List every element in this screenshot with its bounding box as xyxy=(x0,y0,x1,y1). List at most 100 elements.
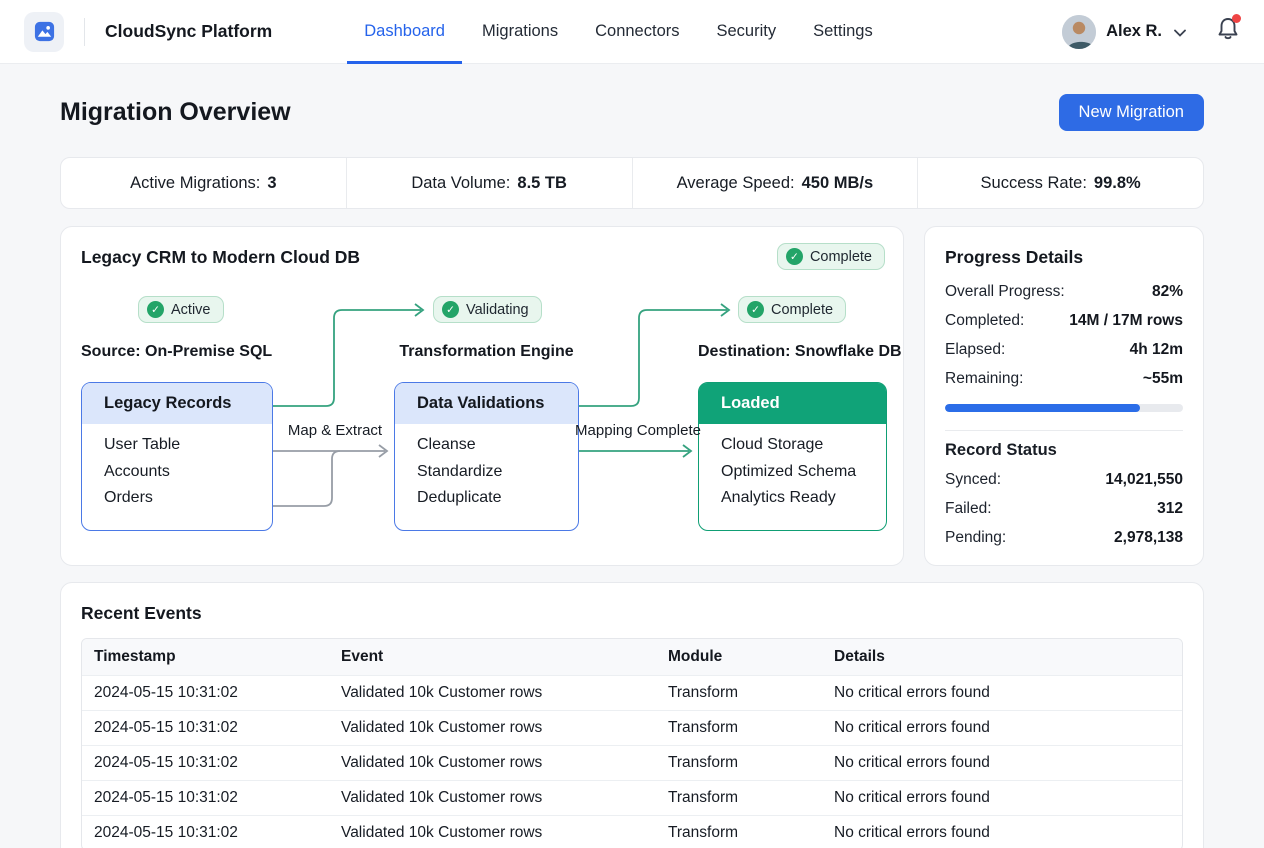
table-cell: Validated 10k Customer rows xyxy=(329,781,656,816)
table-row[interactable]: 2024-05-15 10:31:02Validated 10k Custome… xyxy=(82,781,1182,816)
node-item-list: CleanseStandardizeDeduplicate xyxy=(395,424,578,512)
row-value: 312 xyxy=(1157,500,1183,518)
brand-title: CloudSync Platform xyxy=(105,21,272,42)
row-value: 14,021,550 xyxy=(1105,471,1183,489)
stat-value: 450 MB/s xyxy=(802,174,874,193)
table-cell: Transform xyxy=(656,816,822,848)
node-item: Deduplicate xyxy=(417,485,578,512)
connector-label-mapping-complete: Mapping Complete xyxy=(573,422,703,439)
avatar[interactable] xyxy=(1062,15,1096,49)
avatar-image xyxy=(1062,15,1096,49)
flow-card-title: Legacy CRM to Modern Cloud DB xyxy=(81,247,883,268)
node-data-validations[interactable]: Data Validations CleanseStandardizeDedup… xyxy=(394,382,579,531)
table-cell: Transform xyxy=(656,746,822,781)
check-icon: ✓ xyxy=(747,301,764,318)
table-cell: No critical errors found xyxy=(822,746,1182,781)
badge-label: Complete xyxy=(810,249,872,265)
nav-item-settings[interactable]: Settings xyxy=(813,0,873,64)
node-title: Data Validations xyxy=(395,383,578,424)
page-header: Migration Overview New Migration xyxy=(60,94,1204,131)
badge-label: Validating xyxy=(466,302,529,318)
events-table: Timestamp Event Module Details 2024-05-1… xyxy=(81,638,1183,848)
table-cell: 2024-05-15 10:31:02 xyxy=(82,711,329,746)
node-item: Optimized Schema xyxy=(721,459,886,486)
table-cell: Validated 10k Customer rows xyxy=(329,816,656,848)
node-item: Cloud Storage xyxy=(721,432,886,459)
stat-value: 99.8% xyxy=(1094,174,1141,193)
record-status-title: Record Status xyxy=(945,441,1183,460)
stage-label-source: Source: On-Premise SQL xyxy=(81,343,272,361)
recent-events-card: Recent Events Timestamp Event Module Det… xyxy=(60,582,1204,848)
node-item: Orders xyxy=(104,485,272,512)
node-title: Legacy Records xyxy=(82,383,272,424)
nav-item-migrations[interactable]: Migrations xyxy=(482,0,558,64)
table-cell: 2024-05-15 10:31:02 xyxy=(82,746,329,781)
row-label: Elapsed: xyxy=(945,341,1005,359)
column-header-details[interactable]: Details xyxy=(822,639,1182,676)
check-icon: ✓ xyxy=(147,301,164,318)
user-name[interactable]: Alex R. xyxy=(1106,22,1162,41)
table-cell: Transform xyxy=(656,711,822,746)
stat-average-speed: Average Speed: 450 MB/s xyxy=(633,158,919,208)
nav-divider xyxy=(84,18,85,46)
connector-label-map-extract: Map & Extract xyxy=(270,422,400,439)
node-item: User Table xyxy=(104,432,272,459)
table-row[interactable]: 2024-05-15 10:31:02Validated 10k Custome… xyxy=(82,676,1182,711)
row-value: 4h 12m xyxy=(1130,341,1183,359)
node-loaded[interactable]: Loaded Cloud StorageOptimized SchemaAnal… xyxy=(698,382,887,531)
record-row-pending: Pending: 2,978,138 xyxy=(945,529,1183,547)
table-row[interactable]: 2024-05-15 10:31:02Validated 10k Custome… xyxy=(82,746,1182,781)
stat-label: Success Rate: xyxy=(981,174,1087,193)
stat-label: Active Migrations: xyxy=(130,174,260,193)
main-nav: Dashboard Migrations Connectors Security… xyxy=(364,0,909,64)
stat-label: Data Volume: xyxy=(411,174,510,193)
progress-row-completed: Completed: 14M / 17M rows xyxy=(945,312,1183,330)
progress-row-remaining: Remaining: ~55m xyxy=(945,370,1183,388)
page-title: Migration Overview xyxy=(60,98,291,127)
migration-flow-card: Legacy CRM to Modern Cloud DB ✓ Complete xyxy=(60,226,904,566)
nav-item-dashboard[interactable]: Dashboard xyxy=(364,0,445,64)
table-cell: No critical errors found xyxy=(822,781,1182,816)
table-cell: 2024-05-15 10:31:02 xyxy=(82,676,329,711)
table-cell: Validated 10k Customer rows xyxy=(329,711,656,746)
stat-value: 3 xyxy=(267,174,276,193)
node-title: Loaded xyxy=(699,383,886,424)
column-header-event[interactable]: Event xyxy=(329,639,656,676)
app-logo[interactable] xyxy=(24,12,64,52)
notification-dot xyxy=(1232,14,1241,23)
progress-bar-fill xyxy=(945,404,1140,412)
node-item: Analytics Ready xyxy=(721,485,886,512)
progress-row-elapsed: Elapsed: 4h 12m xyxy=(945,341,1183,359)
row-value: 2,978,138 xyxy=(1114,529,1183,547)
table-cell: Validated 10k Customer rows xyxy=(329,676,656,711)
stage-label-destination: Destination: Snowflake DB xyxy=(698,343,887,361)
notifications-button[interactable] xyxy=(1216,16,1240,47)
node-item: Standardize xyxy=(417,459,578,486)
flow-status-badge: ✓ Complete xyxy=(777,243,885,270)
new-migration-button[interactable]: New Migration xyxy=(1059,94,1204,131)
stage-label-transform: Transformation Engine xyxy=(394,343,579,361)
table-cell: Validated 10k Customer rows xyxy=(329,746,656,781)
table-cell: Transform xyxy=(656,676,822,711)
table-row[interactable]: 2024-05-15 10:31:02Validated 10k Custome… xyxy=(82,816,1182,848)
badge-label: Complete xyxy=(771,302,833,318)
check-icon: ✓ xyxy=(442,301,459,318)
row-label: Completed: xyxy=(945,312,1024,330)
node-legacy-records[interactable]: Legacy Records User TableAccountsOrders xyxy=(81,382,273,531)
progress-row-overall: Overall Progress: 82% xyxy=(945,283,1183,301)
table-row[interactable]: 2024-05-15 10:31:02Validated 10k Custome… xyxy=(82,711,1182,746)
stat-success-rate: Success Rate: 99.8% xyxy=(918,158,1203,208)
nav-item-security[interactable]: Security xyxy=(717,0,777,64)
node-item: Cleanse xyxy=(417,432,578,459)
row-label: Synced: xyxy=(945,471,1001,489)
chevron-down-icon[interactable] xyxy=(1174,29,1186,37)
table-cell: Transform xyxy=(656,781,822,816)
check-icon: ✓ xyxy=(786,248,803,265)
nav-right-cluster: Alex R. xyxy=(1062,15,1240,49)
top-navigation: CloudSync Platform Dashboard Migrations … xyxy=(0,0,1264,64)
column-header-timestamp[interactable]: Timestamp xyxy=(82,639,329,676)
panel-divider xyxy=(945,430,1183,431)
row-value: ~55m xyxy=(1143,370,1183,388)
column-header-module[interactable]: Module xyxy=(656,639,822,676)
nav-item-connectors[interactable]: Connectors xyxy=(595,0,679,64)
